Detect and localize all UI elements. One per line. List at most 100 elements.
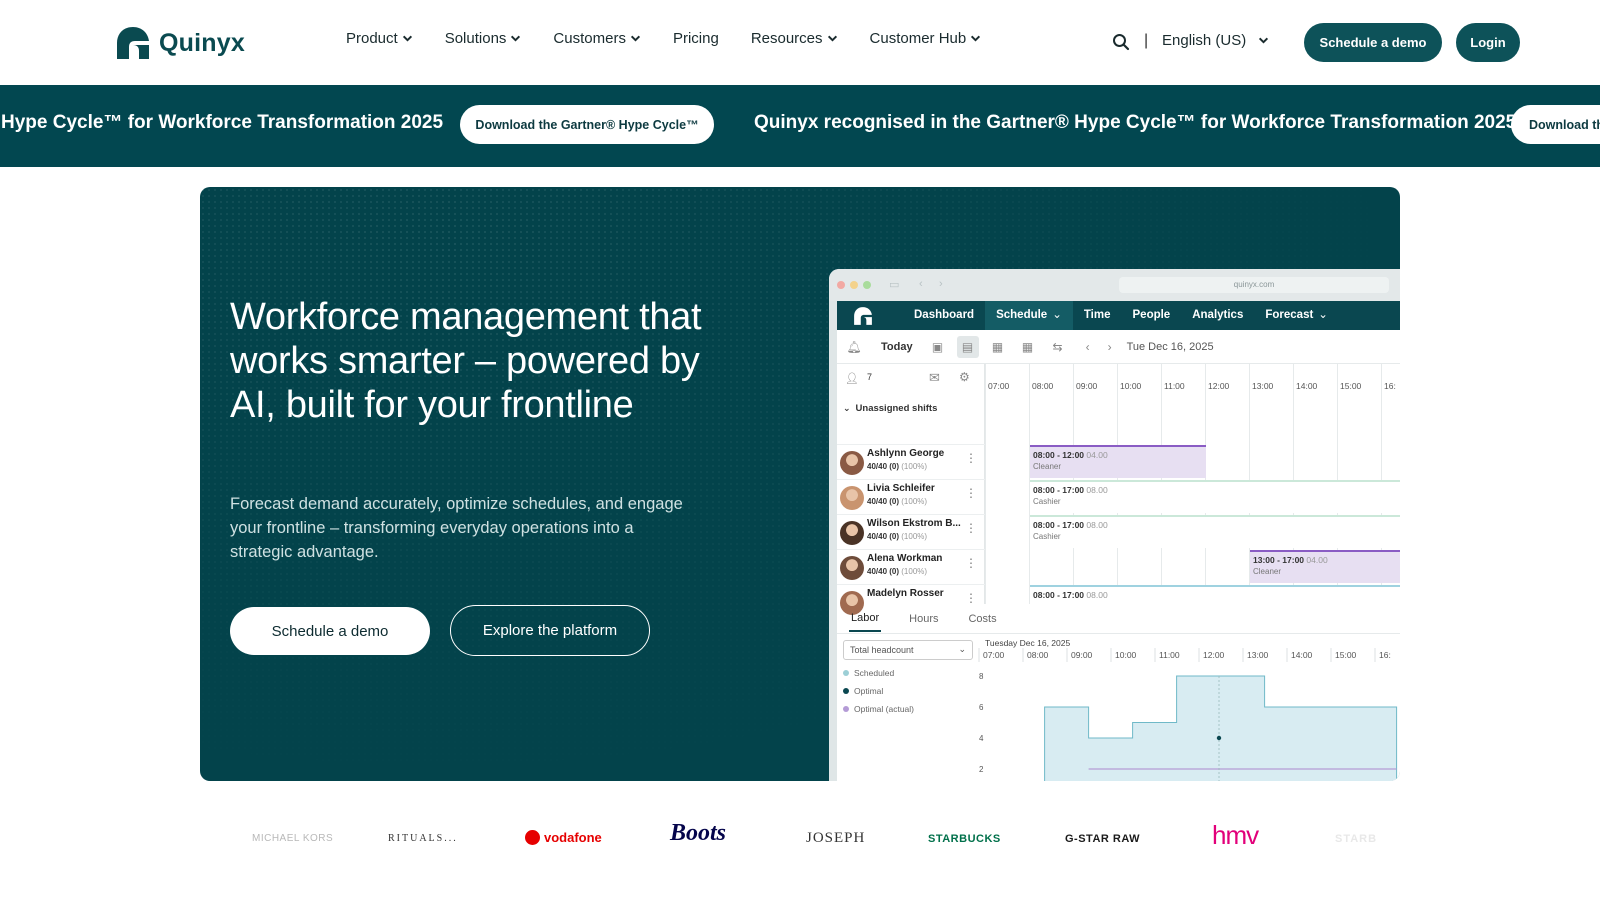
client-logo-text: Boots <box>670 820 727 846</box>
month-view-icon[interactable]: ▦ <box>1017 336 1039 358</box>
app-tab-analytics[interactable]: Analytics <box>1181 301 1254 330</box>
headcount-select[interactable]: Total headcount ⌄ <box>843 640 973 660</box>
shift-hours: 08.00 <box>1086 590 1108 600</box>
client-logo-text: STARB <box>1335 833 1378 845</box>
avatar <box>840 486 864 510</box>
chart-hour-label: 07:00 <box>983 650 1005 660</box>
quinyx-logo[interactable]: Quinyx <box>115 25 245 61</box>
staff-row[interactable]: Ashlynn George 40/40 (0) (100%) ⋮ <box>837 444 985 479</box>
staff-hours-value: 40/40 (0) <box>867 532 902 541</box>
more-options-icon[interactable]: ⋮ <box>965 556 977 570</box>
staff-count: 7 <box>867 372 873 382</box>
hour-label: 14:00 <box>1296 381 1318 391</box>
tab-labor[interactable]: Labor <box>849 606 882 632</box>
tab-hours[interactable]: Hours <box>907 607 940 631</box>
shift-time: 08:00 - 17:00 <box>1033 590 1087 600</box>
client-logo-text: MICHAEL KORS <box>252 833 334 844</box>
window-minimize-dot <box>850 281 858 289</box>
hour-label: 11:00 <box>1164 381 1185 391</box>
hour-label: 09:00 <box>1076 381 1098 391</box>
client-logo-g-star-raw: G-STAR RAW <box>1065 833 1140 845</box>
staff-hours-pct: (100%) <box>901 532 928 541</box>
language-selector[interactable]: English (US) <box>1162 32 1269 49</box>
shift-block[interactable]: 08:00 - 17:00 08.00 Cashier <box>1030 515 1400 548</box>
staff-row[interactable]: Wilson Ekstrom B... 40/40 (0) (100%) ⋮ <box>837 514 985 549</box>
nav-item-label: Customer Hub <box>869 30 967 47</box>
shift-time: 08:00 - 12:00 <box>1033 450 1087 460</box>
more-options-icon[interactable]: ⋮ <box>965 486 977 500</box>
nav-item-solutions[interactable]: Solutions <box>445 30 522 47</box>
week-view-icon[interactable]: ▤ <box>956 335 979 358</box>
filter-icon[interactable]: ⚙︎ <box>959 370 970 384</box>
more-options-icon[interactable]: ⋮ <box>965 521 977 535</box>
client-logo-boots: Boots <box>670 820 726 847</box>
schedule-demo-button[interactable]: Schedule a demo <box>1304 23 1442 62</box>
nav-item-pricing[interactable]: Pricing <box>673 30 719 47</box>
bell-icon[interactable]: 🔔︎ <box>843 336 865 358</box>
chevron-down-icon <box>630 35 641 42</box>
staff-row[interactable]: Livia Schleifer 40/40 (0) (100%) ⋮ <box>837 479 985 514</box>
announcement-banner: Hype Cycle™ for Workforce Transformation… <box>0 85 1600 167</box>
mail-icon[interactable]: ✉︎ <box>929 370 940 386</box>
next-date-icon[interactable]: › <box>1099 336 1121 358</box>
chevron-down-icon <box>971 35 981 42</box>
staff-hours-pct: (100%) <box>901 462 928 471</box>
client-logo-text: G-STAR RAW <box>1065 833 1141 845</box>
staff-hours-value: 40/40 (0) <box>867 497 902 506</box>
calendar-icon[interactable]: ▦ <box>987 336 1009 358</box>
hour-label: 13:00 <box>1252 381 1274 391</box>
nav-item-label: Customers <box>553 30 626 47</box>
app-tab-people[interactable]: People <box>1122 301 1182 330</box>
schedule-demo-button[interactable]: Schedule a demo <box>230 607 430 655</box>
grid-line <box>985 364 986 604</box>
staff-hours: 40/40 (0) (100%) <box>867 462 927 471</box>
client-logo-michael-kors: MICHAEL KORS <box>252 833 333 844</box>
client-logo-text: vodafone <box>544 830 602 845</box>
nav-item-customers[interactable]: Customers <box>553 30 641 47</box>
nav-item-product[interactable]: Product <box>346 30 413 47</box>
day-view-icon[interactable]: ▣ <box>927 336 949 358</box>
download-hype-cycle-button[interactable]: Download the Gartner® Hype Cycle™ <box>460 105 714 144</box>
shift-block[interactable]: 13:00 - 17:00 04.00 Cleaner <box>1250 550 1400 583</box>
app-tab-dashboard[interactable]: Dashboard <box>903 301 985 330</box>
staff-row[interactable]: Alena Workman 40/40 (0) (100%) ⋮ <box>837 549 985 584</box>
more-options-icon[interactable]: ⋮ <box>965 451 977 465</box>
app-tab-forecast[interactable]: Forecast ⌄ <box>1254 301 1339 330</box>
app-navbar: Dashboard Schedule ⌄ Time People Analytics For… <box>837 301 1400 330</box>
today-button[interactable]: Today <box>881 341 913 353</box>
app-screenshot-mockup: ▭ ‹ › quinyx.com Dashboard Schedule ⌄ Time P… <box>829 269 1400 781</box>
tab-costs[interactable]: Costs <box>966 607 998 631</box>
scheduled-series-area <box>1044 675 1398 781</box>
download-hype-cycle-button[interactable]: Download th <box>1511 105 1600 144</box>
chart-hour-label: 16: <box>1379 650 1391 660</box>
nav-item-customer-hub[interactable]: Customer Hub <box>870 30 982 47</box>
shift-role: Cleaner <box>1253 567 1282 576</box>
legend-swatch <box>843 706 849 712</box>
shift-block[interactable]: 08:00 - 17:00 08.00 Cashier <box>1030 480 1400 513</box>
client-logo-starbucks: STARBUCKS <box>928 833 1001 845</box>
search-icon[interactable] <box>1112 33 1130 51</box>
person-icon: 👤︎ <box>845 373 859 385</box>
staff-hours-value: 40/40 (0) <box>867 567 902 576</box>
nav-item-resources[interactable]: Resources <box>751 30 838 47</box>
sidebar-toggle-icon: ▭ <box>889 279 900 291</box>
period-view-icon[interactable]: ⇆ <box>1047 336 1069 358</box>
vodafone-speechmark-icon <box>525 830 540 845</box>
app-tab-time[interactable]: Time <box>1073 301 1122 330</box>
explore-platform-button[interactable]: Explore the platform <box>450 605 650 656</box>
login-button[interactable]: Login <box>1456 23 1520 62</box>
more-options-icon[interactable]: ⋮ <box>965 591 977 605</box>
app-tab-schedule[interactable]: Schedule ⌄ <box>985 301 1073 330</box>
chart-hour-label: 13:00 <box>1247 650 1269 660</box>
shift-block[interactable]: 08:00 - 12:00 04.00 Cleaner <box>1030 445 1206 478</box>
brand-name: Quinyx <box>159 28 245 57</box>
chevron-down-icon: ⌄ <box>843 403 851 413</box>
prev-date-icon[interactable]: ‹ <box>1077 336 1099 358</box>
legend-item: Optimal <box>843 686 883 696</box>
window-titlebar: ▭ ‹ › quinyx.com <box>829 269 1400 301</box>
unassigned-shifts-toggle[interactable]: ⌄ Unassigned shifts <box>843 403 937 414</box>
hero-subtitle: Forecast demand accurately, optimize sch… <box>230 495 683 561</box>
analytics-tabs: Labor Hours Costs <box>837 604 1400 634</box>
client-logo-joseph: JOSEPH <box>806 830 865 847</box>
app-logo-icon <box>853 301 881 330</box>
